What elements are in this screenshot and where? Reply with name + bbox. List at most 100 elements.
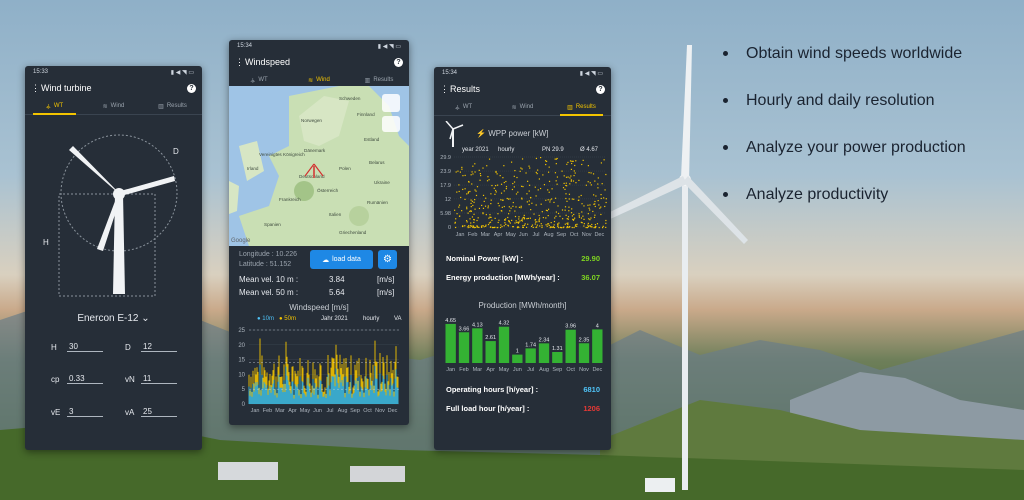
power-point xyxy=(575,224,577,226)
power-point xyxy=(570,168,573,170)
power-point xyxy=(550,226,552,228)
power-point xyxy=(550,221,552,224)
power-point xyxy=(557,212,560,215)
svg-text:Schweden: Schweden xyxy=(339,96,361,101)
field-vn[interactable]: vN 11 xyxy=(125,374,177,384)
power-point xyxy=(473,221,475,224)
power-point xyxy=(567,176,569,178)
field-va[interactable]: vA 25 xyxy=(125,407,177,417)
power-point xyxy=(571,198,573,200)
power-point xyxy=(512,205,514,207)
tab-results[interactable]: ▥ Results xyxy=(552,99,611,116)
power-point xyxy=(466,206,468,208)
legend-50m: ● 50m xyxy=(279,316,296,322)
power-point xyxy=(483,226,485,228)
power-point xyxy=(565,197,567,200)
help-icon[interactable]: ? xyxy=(596,84,605,94)
power-point xyxy=(536,221,538,223)
power-point xyxy=(476,186,479,188)
bar-value-label: 4.13 xyxy=(472,322,483,328)
power-point xyxy=(514,169,516,172)
overflow-menu-icon[interactable]: ⋮ xyxy=(440,84,450,95)
power-point xyxy=(482,212,484,214)
field-d[interactable]: D 12 xyxy=(125,342,177,352)
y-tick-label: 0 xyxy=(242,402,246,408)
wind-icon: ≋ xyxy=(102,103,108,110)
power-point xyxy=(486,165,488,167)
power-point xyxy=(458,215,461,217)
power-point xyxy=(470,210,472,212)
power-point xyxy=(568,226,570,228)
power-point xyxy=(499,175,501,177)
power-point xyxy=(526,180,529,182)
x-tick-label: Jul xyxy=(527,367,534,373)
svg-text:Griechenland: Griechenland xyxy=(339,230,367,235)
power-point xyxy=(521,198,523,200)
overflow-menu-icon[interactable]: ⋮ xyxy=(31,83,41,94)
power-point xyxy=(590,172,592,174)
field-h[interactable]: H 30 xyxy=(51,342,103,352)
power-point xyxy=(529,217,531,219)
screen-title: Wind turbine xyxy=(41,83,92,93)
power-point xyxy=(567,161,569,164)
power-point xyxy=(457,170,459,172)
power-point xyxy=(518,226,520,229)
layers-icon[interactable] xyxy=(382,94,400,112)
y-tick-label: 12 xyxy=(445,197,451,203)
tab-results[interactable]: ▥ Results xyxy=(143,98,202,114)
power-point xyxy=(460,196,462,199)
power-point xyxy=(523,224,526,226)
power-point xyxy=(547,199,549,201)
turbine-icon: ⚶ xyxy=(454,104,460,111)
turbine-icon: ⚶ xyxy=(45,103,51,110)
tab-wt[interactable]: ⚶ WT xyxy=(25,98,84,115)
settings-gear-icon[interactable]: ⚙ xyxy=(378,250,397,269)
power-point xyxy=(478,169,480,171)
power-point xyxy=(604,189,606,191)
overflow-menu-icon[interactable]: ⋮ xyxy=(235,57,245,68)
field-ve[interactable]: vE 3 xyxy=(51,407,103,417)
power-point xyxy=(542,174,544,176)
power-point xyxy=(566,163,568,165)
power-point xyxy=(542,216,544,219)
power-point xyxy=(565,176,568,178)
power-point xyxy=(482,194,485,196)
power-point xyxy=(587,224,589,226)
power-point xyxy=(561,209,564,211)
power-point xyxy=(557,225,559,228)
power-point xyxy=(469,190,471,193)
fullscreen-icon[interactable] xyxy=(382,116,400,132)
power-point xyxy=(525,172,527,174)
power-point xyxy=(467,226,469,229)
svg-text:Vereinigtes Königreich: Vereinigtes Königreich xyxy=(259,152,305,157)
europe-map[interactable]: Norwegen Schweden Finnland Estland Dänem… xyxy=(229,86,409,246)
tab-wind[interactable]: ≋ Wind xyxy=(84,98,143,114)
power-point xyxy=(582,159,584,161)
help-icon[interactable]: ? xyxy=(394,57,403,67)
bar-value-label: 1.31 xyxy=(552,346,563,352)
x-tick-label: Oct xyxy=(363,408,372,414)
power-point xyxy=(569,183,571,185)
power-point xyxy=(512,226,514,228)
power-point xyxy=(550,198,553,200)
production-bar xyxy=(578,343,590,363)
load-data-button[interactable]: ☁ load data xyxy=(310,250,373,269)
svg-text:Estland: Estland xyxy=(364,137,380,142)
field-cp[interactable]: cp 0.33 xyxy=(51,374,103,384)
x-tick-label: Jun xyxy=(513,367,522,373)
bar-value-label: 2.34 xyxy=(539,337,550,343)
power-point xyxy=(564,223,566,225)
power-point xyxy=(527,223,529,225)
power-point xyxy=(598,204,600,206)
x-tick-label: May xyxy=(499,367,510,373)
tab-wt[interactable]: ⚶ WT xyxy=(434,99,493,115)
help-icon[interactable]: ? xyxy=(187,83,196,93)
power-point xyxy=(469,226,471,228)
feature-item: Analyze your power production xyxy=(723,124,966,171)
turbine-model-select[interactable]: Enercon E-12 ⌄ xyxy=(25,313,202,324)
tab-wind[interactable]: ≋ Wind xyxy=(493,99,552,115)
power-point xyxy=(591,223,593,226)
power-point xyxy=(535,204,537,206)
power-point xyxy=(500,210,502,212)
power-point xyxy=(520,205,522,207)
